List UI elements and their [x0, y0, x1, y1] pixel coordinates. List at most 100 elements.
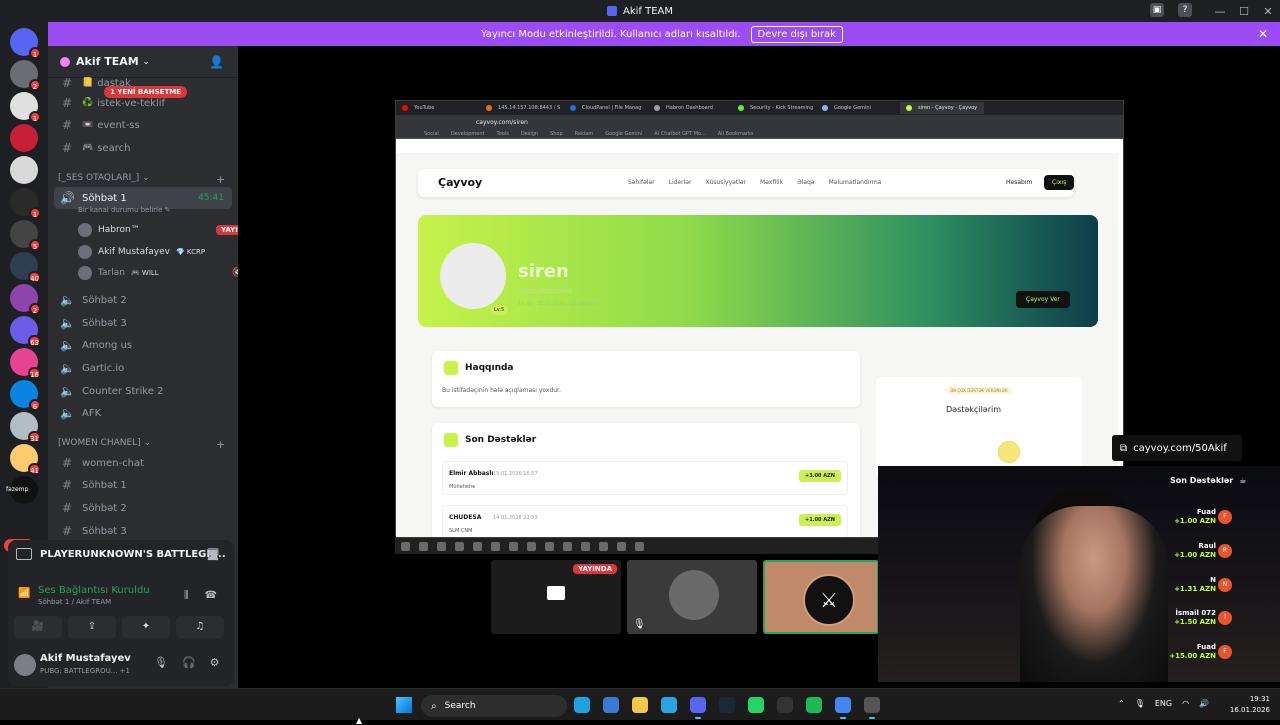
channel-status[interactable]: Bir kanal durumu belirle ✎: [78, 206, 171, 214]
voice-channel[interactable]: 🔈 Counter Strike 2: [54, 380, 232, 402]
share-screen-button[interactable]: ⇪: [68, 616, 116, 638]
whatsapp-icon[interactable]: [748, 697, 764, 713]
invite-icon[interactable]: 👤: [209, 55, 224, 69]
chevron-up-icon[interactable]: ⌃: [1118, 699, 1125, 708]
spotify-icon[interactable]: [806, 697, 822, 713]
discord-icon[interactable]: 1: [10, 28, 41, 59]
text-channel[interactable]: # Söhbət 3: [54, 520, 232, 542]
site-nav-link[interactable]: Əlaqə: [797, 179, 815, 186]
voice-user[interactable]: Akif Mustafayev 💎 KCRP: [78, 242, 205, 262]
server-icon[interactable]: 1: [10, 188, 41, 219]
channel-search[interactable]: # 🎮 search: [54, 137, 232, 159]
text-channel[interactable]: # women-chat: [54, 452, 232, 474]
headphones-icon[interactable]: 🎧: [182, 656, 196, 669]
volume-icon[interactable]: 🔊: [1199, 699, 1209, 708]
epic-icon[interactable]: [777, 697, 793, 713]
channel-event-ss[interactable]: # 📼 event-ss: [54, 114, 232, 136]
explorer-icon[interactable]: [632, 697, 648, 713]
voice-channel[interactable]: 🔈 AFK: [54, 402, 232, 424]
bookmark-item[interactable]: Reklam: [575, 131, 594, 137]
microphone-icon[interactable]: 🎙: [154, 656, 168, 669]
browser-tab[interactable]: Habron Dashboard: [648, 102, 732, 114]
chrome-icon[interactable]: [835, 697, 851, 719]
activities-button[interactable]: ✦: [122, 616, 170, 638]
bookmark-item[interactable]: Shop: [550, 131, 563, 137]
inbox-icon[interactable]: ▣: [1150, 3, 1164, 17]
wifi-icon[interactable]: ◠: [1182, 699, 1189, 708]
voice-user[interactable]: Habron™ YAYINDA: [78, 220, 238, 240]
voice-connection-status[interactable]: Ses Bağlantısı Kuruldu: [38, 585, 150, 596]
site-nav-link[interactable]: Xüsusiyyətlər: [705, 179, 746, 186]
server-icon[interactable]: 5: [10, 220, 41, 251]
text-channel[interactable]: # Söhbət 1: [54, 474, 232, 496]
bookmark-item[interactable]: AI Chatbot GPT Mo...: [654, 131, 706, 137]
server-icon[interactable]: 2: [10, 284, 41, 315]
browser-tab[interactable]: CloudPanel | File Manag: [564, 102, 648, 114]
obs-icon[interactable]: [864, 697, 880, 719]
server-icon[interactable]: 40: [10, 252, 41, 283]
server-icon[interactable]: 63: [10, 316, 41, 347]
steam-icon[interactable]: [719, 697, 735, 713]
maximize-button[interactable]: ☐: [1232, 5, 1256, 18]
windows-start-icon[interactable]: [396, 697, 412, 713]
browser-tab[interactable]: YouTube: [396, 102, 480, 114]
site-logo[interactable]: Çayvoy: [438, 176, 482, 189]
donate-button[interactable]: Çayvoy Ver: [1016, 291, 1070, 308]
category-voice[interactable]: [_SES OTAQLARI_] ⌄ +: [58, 173, 225, 186]
voice-channel[interactable]: 🔈 Gartic.io: [54, 357, 232, 379]
bookmark-item[interactable]: Social: [424, 131, 439, 137]
bookmark-item[interactable]: Tools: [497, 131, 509, 137]
close-banner-icon[interactable]: ✕: [1258, 27, 1268, 41]
disable-streamer-mode-button[interactable]: Devre dışı bırak: [750, 25, 843, 43]
telegram-icon[interactable]: [661, 697, 677, 713]
bookmark-item[interactable]: Development: [451, 131, 485, 137]
server-icon[interactable]: 31: [10, 412, 41, 443]
text-channel[interactable]: # Söhbət 2: [54, 497, 232, 519]
server-icon[interactable]: 41: [10, 444, 41, 475]
stream-tile-speaking[interactable]: ⚔: [763, 560, 879, 634]
site-nav-link[interactable]: Liderlər: [669, 179, 692, 186]
server-icon[interactable]: [10, 156, 38, 184]
language-indicator[interactable]: ENG: [1155, 699, 1172, 708]
logout-button[interactable]: Çıxış: [1044, 175, 1075, 190]
browser-tab[interactable]: 145.14.157.108:8443 / S: [480, 102, 564, 114]
game-activity[interactable]: PLAYERUNKNOWN'S BATTLEGR... 🖥: [16, 548, 226, 561]
voice-connection-channel[interactable]: Söhbət 1 / Akif TEAM: [38, 598, 111, 606]
new-mention-pill[interactable]: 1 YENİ BAHSETME: [104, 86, 188, 98]
voice-channel[interactable]: 🔈 Söhbət 3: [54, 312, 232, 334]
server-icon[interactable]: 2: [10, 60, 41, 91]
current-user[interactable]: Akif Mustafayev PUBG: BATTLEGROU... +1 🎙…: [14, 650, 230, 682]
category-women[interactable]: [WOMEN CHANEL] ⌄ +: [58, 438, 225, 451]
help-icon[interactable]: ?: [1178, 3, 1192, 17]
site-nav-link[interactable]: Səhifələr: [628, 179, 655, 186]
taskbar-search[interactable]: ⌕ Search: [421, 695, 567, 717]
noise-suppression-icon[interactable]: ⫼: [184, 590, 189, 601]
edge-icon[interactable]: [574, 697, 590, 713]
server-icon[interactable]: 16: [10, 348, 41, 379]
stream-tile-habron[interactable]: YAYINDA: [491, 560, 621, 634]
site-nav-link[interactable]: Məxfilik: [760, 179, 783, 186]
disconnect-icon[interactable]: ☎: [205, 590, 217, 601]
bookmark-item[interactable]: Design: [521, 131, 538, 137]
voice-channel[interactable]: 🔈 Söhbət 2: [54, 289, 232, 311]
server-icon[interactable]: [10, 124, 38, 152]
bookmark-item[interactable]: Google Gemini: [605, 131, 642, 137]
voice-user[interactable]: Tarlan 🎮 WILL 🔇: [78, 263, 238, 283]
stream-tile-user[interactable]: 🎙: [627, 560, 757, 634]
account-link[interactable]: Hesabım: [1006, 179, 1032, 186]
store-icon[interactable]: [603, 697, 619, 713]
add-channel-icon[interactable]: +: [216, 438, 225, 451]
mic-tray-icon[interactable]: 🎙: [1135, 699, 1145, 708]
screen-share-icon[interactable]: 🖥: [206, 548, 220, 561]
site-nav-link[interactable]: Məlumatlandırma: [829, 179, 882, 186]
add-channel-icon[interactable]: +: [216, 173, 225, 186]
discord-icon[interactable]: [690, 697, 706, 719]
soundboard-button[interactable]: ♫: [176, 616, 224, 638]
close-button[interactable]: ✕: [1256, 5, 1280, 18]
browser-tab[interactable]: siren - Çayvoy - Çayvoy: [900, 102, 984, 114]
server-icon[interactable]: 6: [10, 380, 41, 411]
clock[interactable]: 19:31 16.01.2026: [1226, 694, 1270, 716]
minimize-button[interactable]: —: [1208, 5, 1232, 18]
server-icon[interactable]: 1: [10, 92, 41, 123]
browser-tab[interactable]: Security - Kick Streaming: [732, 102, 816, 114]
